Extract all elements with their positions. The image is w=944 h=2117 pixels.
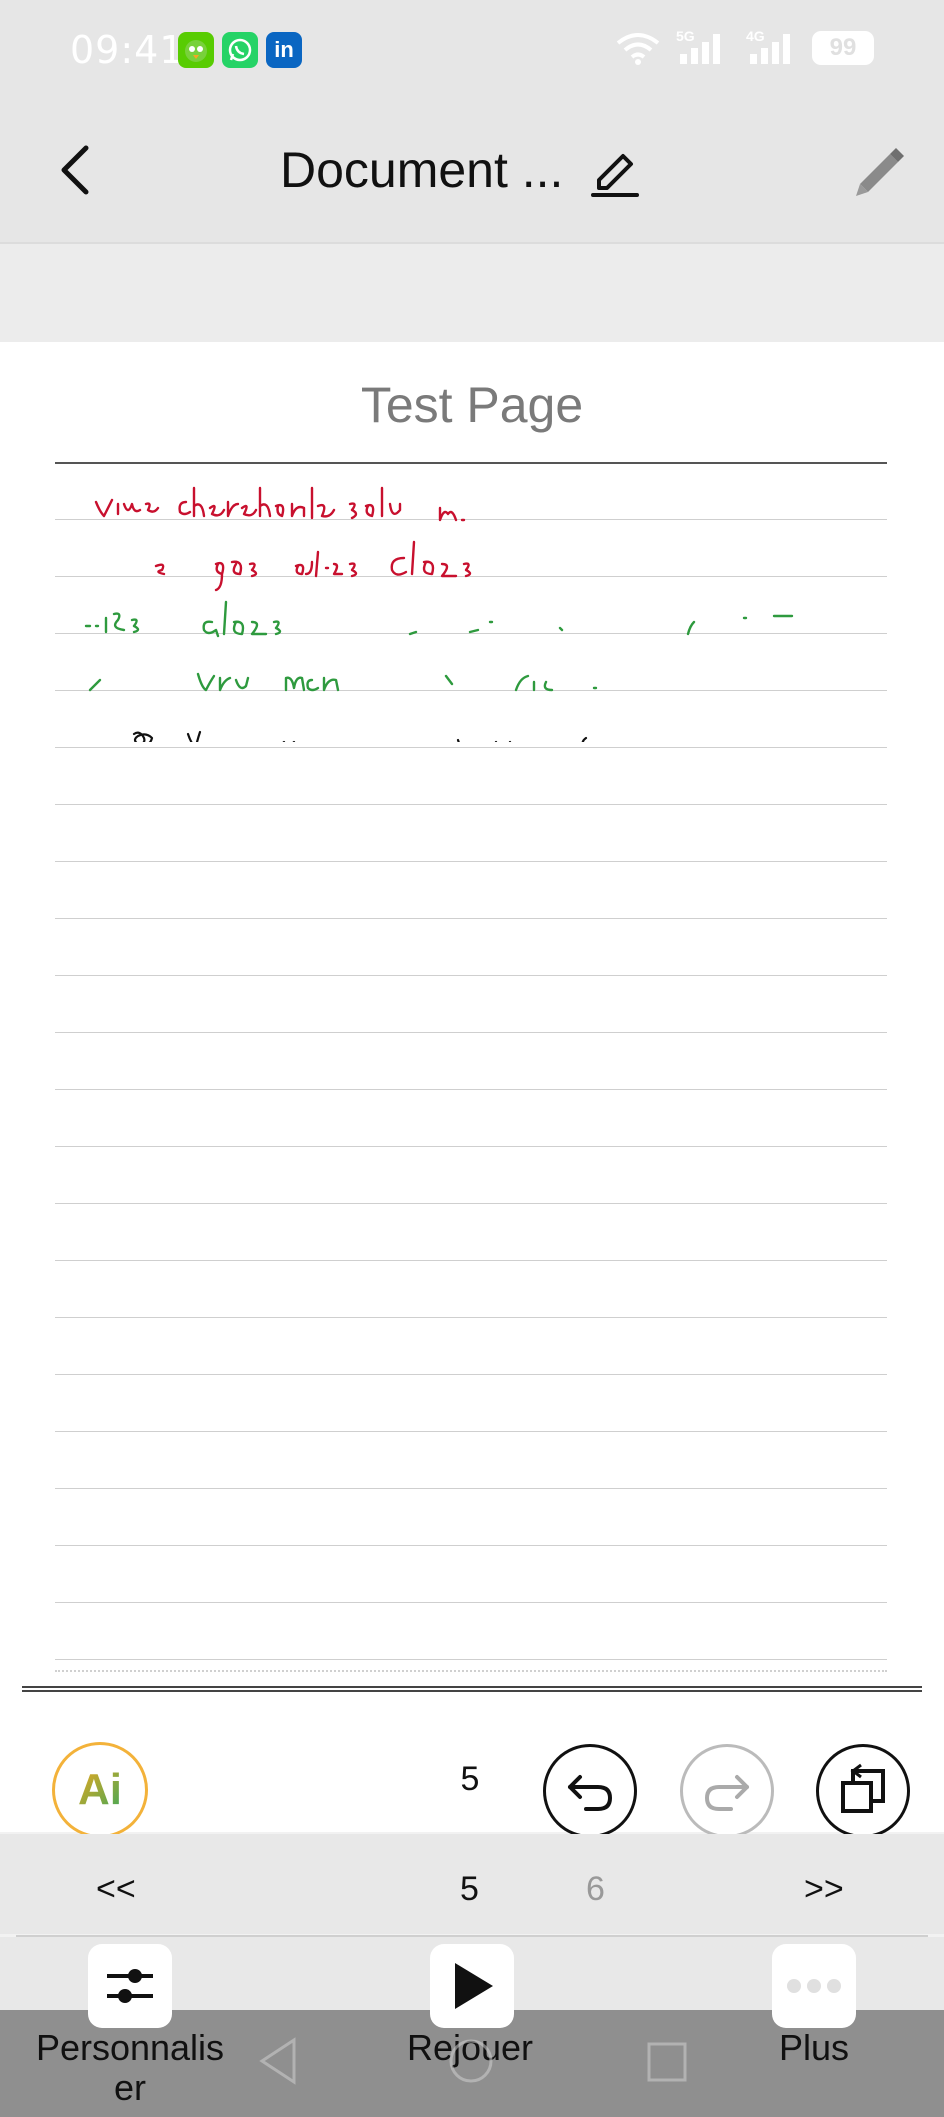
ruled-line	[55, 1146, 887, 1147]
current-page[interactable]: 5	[460, 1870, 479, 1909]
ai-assistant-button[interactable]: Ai	[52, 1742, 148, 1838]
ruled-line	[55, 747, 887, 748]
whatsapp-icon	[222, 32, 258, 68]
more-label[interactable]: Plus	[734, 2028, 894, 2068]
next-page-number[interactable]: 6	[586, 1870, 605, 1909]
customize-label[interactable]: Personnalis er	[10, 2028, 250, 2108]
redo-button[interactable]	[680, 1744, 774, 1838]
wifi-icon	[616, 33, 660, 65]
ruled-line	[55, 975, 887, 976]
ruled-line	[55, 1545, 887, 1546]
replay-button[interactable]	[430, 1944, 514, 2028]
handwriting-strokes	[84, 486, 794, 742]
signal-5g-icon: 5G	[672, 28, 730, 66]
page-top-margin	[0, 244, 944, 342]
redo-icon	[704, 1775, 749, 1811]
system-icons: 5G 4G 99	[616, 28, 874, 66]
status-time: 09:41	[70, 28, 185, 72]
ruled-line	[55, 861, 887, 862]
pen-tool-icon[interactable]	[846, 138, 910, 202]
ruled-line	[55, 1431, 887, 1432]
sliders-icon	[107, 1969, 153, 2003]
customize-button[interactable]	[88, 1944, 172, 2028]
ruled-line	[55, 918, 887, 919]
more-dots-icon	[787, 1979, 841, 1993]
ruled-line	[55, 1260, 887, 1261]
ruled-line	[55, 1602, 887, 1603]
ruled-line	[55, 1374, 887, 1375]
status-bar: 09:41 in 5G 4G 99	[0, 0, 944, 100]
signal-4g-icon: 4G	[742, 28, 800, 66]
duolingo-icon	[178, 32, 214, 68]
linkedin-icon: in	[266, 32, 302, 68]
back-icon[interactable]	[48, 140, 108, 200]
linkedin-label: in	[274, 37, 294, 62]
system-home-icon[interactable]	[446, 2036, 496, 2086]
system-back-icon[interactable]	[256, 2036, 300, 2086]
play-icon	[455, 1963, 493, 2009]
ruled-line	[55, 804, 887, 805]
copy-pages-icon	[841, 1763, 885, 1813]
page-bottom-divider	[22, 1686, 922, 1692]
notebook-page[interactable]: Test Page	[0, 342, 944, 1832]
ruled-line	[55, 1089, 887, 1090]
ruled-line	[55, 1488, 887, 1489]
battery-level: 99	[829, 34, 857, 61]
document-title-area[interactable]: Document ...	[280, 136, 643, 204]
next-page-button[interactable]: >>	[804, 1870, 844, 1909]
page-navigator: << 5 6 >>	[0, 1834, 944, 1934]
system-recents-icon[interactable]	[645, 2040, 689, 2084]
battery-icon: 99	[812, 31, 874, 65]
document-title[interactable]: Document ...	[280, 141, 563, 199]
ruled-line	[55, 1659, 887, 1660]
page-end-dotted-line	[55, 1670, 887, 1672]
ruled-line	[55, 1203, 887, 1204]
undo-button[interactable]	[543, 1744, 637, 1838]
more-button[interactable]	[772, 1944, 856, 2028]
app-header: Document ...	[0, 100, 944, 244]
ai-label: Ai	[78, 1765, 122, 1814]
undo-icon	[568, 1775, 613, 1811]
page-copy-button[interactable]	[816, 1744, 910, 1838]
prev-page-button[interactable]: <<	[96, 1870, 136, 1909]
edit-title-icon[interactable]	[587, 142, 643, 198]
ruled-line	[55, 1032, 887, 1033]
page-count: 5	[460, 1760, 480, 1798]
ruled-line	[55, 1317, 887, 1318]
